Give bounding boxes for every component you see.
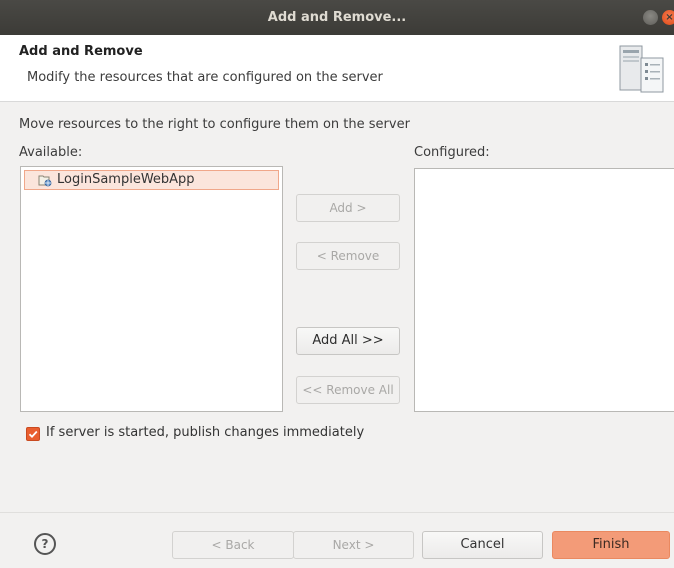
list-item-label: LoginSampleWebApp	[57, 172, 195, 187]
add-all-button[interactable]: Add All >>	[296, 327, 400, 355]
cancel-button[interactable]: Cancel	[422, 531, 543, 559]
page-description: Modify the resources that are configured…	[27, 70, 383, 85]
maximize-icon[interactable]	[643, 10, 658, 25]
window-titlebar: Add and Remove...	[0, 0, 674, 35]
remove-all-button[interactable]: << Remove All	[296, 376, 400, 404]
next-button[interactable]: Next >	[293, 531, 414, 559]
finish-button[interactable]: Finish	[552, 531, 670, 559]
checkmark-icon	[28, 430, 38, 438]
available-list[interactable]: LoginSampleWebApp	[20, 166, 283, 412]
close-glyph: ×	[665, 12, 674, 23]
help-icon[interactable]: ?	[34, 533, 56, 555]
remove-button[interactable]: < Remove	[296, 242, 400, 270]
publish-checkbox[interactable]	[26, 427, 40, 441]
instruction-text: Move resources to the right to configure…	[19, 117, 410, 132]
configured-list[interactable]	[414, 168, 674, 412]
publish-checkbox-label: If server is started, publish changes im…	[46, 425, 365, 440]
web-project-icon	[38, 175, 52, 187]
window-title: Add and Remove...	[267, 10, 407, 25]
server-icon	[619, 45, 664, 93]
available-label: Available:	[19, 145, 83, 160]
configured-label: Configured:	[414, 145, 490, 160]
close-icon[interactable]: ×	[662, 10, 674, 25]
list-item[interactable]: LoginSampleWebApp	[24, 170, 279, 190]
dialog-header: Add and Remove Modify the resources that…	[0, 35, 674, 102]
back-button[interactable]: < Back	[172, 531, 294, 559]
add-button[interactable]: Add >	[296, 194, 400, 222]
page-title: Add and Remove	[19, 44, 143, 59]
